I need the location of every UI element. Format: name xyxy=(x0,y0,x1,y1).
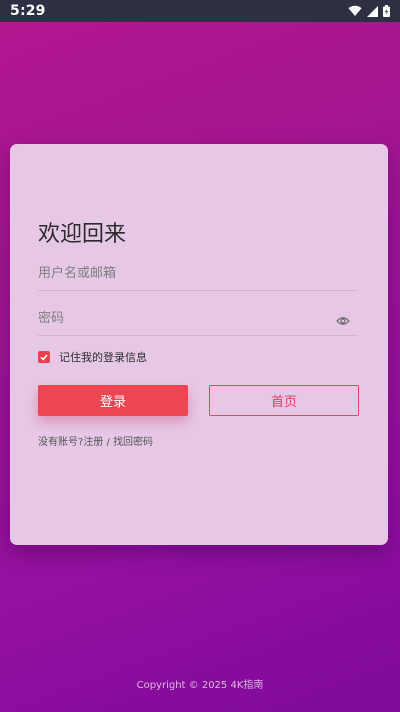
no-account-text: 没有账号? xyxy=(38,437,84,448)
password-field-container xyxy=(38,301,358,336)
login-button[interactable]: 登录 xyxy=(38,385,188,416)
checkmark-icon xyxy=(40,354,48,361)
status-time: 5:29 xyxy=(10,3,46,19)
password-input[interactable] xyxy=(38,301,358,335)
page-title: 欢迎回来 xyxy=(38,222,127,247)
username-field-container xyxy=(38,256,358,291)
username-input[interactable] xyxy=(38,256,358,290)
remember-me-label: 记住我的登录信息 xyxy=(59,351,147,364)
battery-icon xyxy=(383,5,390,17)
remember-me-option[interactable]: 记住我的登录信息 xyxy=(38,349,147,365)
status-icons xyxy=(348,5,390,17)
status-bar: 5:29 xyxy=(0,0,400,22)
account-links: 没有账号?注册 / 找回密码 xyxy=(38,433,153,448)
register-link[interactable]: 注册 xyxy=(83,437,103,448)
copyright-text: Copyright © 2025 4K指南 xyxy=(136,680,264,691)
link-separator: / xyxy=(103,437,114,448)
show-password-icon[interactable] xyxy=(336,311,350,330)
login-card: 欢迎回来 记住我的登录信息 登录 首页 没有账号?注册 / 找回密码 xyxy=(10,144,388,545)
home-button[interactable]: 首页 xyxy=(209,385,359,416)
wifi-icon xyxy=(348,5,362,17)
forgot-password-link[interactable]: 找回密码 xyxy=(113,437,153,448)
remember-me-checkbox[interactable] xyxy=(38,351,50,363)
signal-icon xyxy=(367,5,378,17)
